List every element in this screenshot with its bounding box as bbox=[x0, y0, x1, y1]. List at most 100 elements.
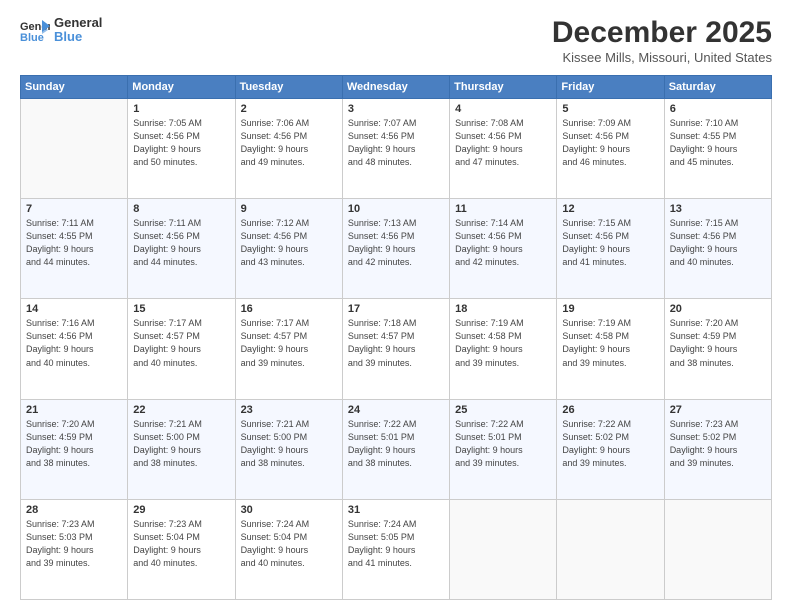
day-info: Sunrise: 7:22 AM Sunset: 5:01 PM Dayligh… bbox=[348, 418, 444, 470]
day-info: Sunrise: 7:13 AM Sunset: 4:56 PM Dayligh… bbox=[348, 217, 444, 269]
day-info: Sunrise: 7:20 AM Sunset: 4:59 PM Dayligh… bbox=[26, 418, 122, 470]
day-number: 2 bbox=[241, 103, 337, 115]
calendar-cell: 15 Sunrise: 7:17 AM Sunset: 4:57 PM Dayli… bbox=[128, 299, 235, 399]
day-number: 24 bbox=[348, 404, 444, 416]
calendar-week-row: 14 Sunrise: 7:16 AM Sunset: 4:56 PM Dayli… bbox=[21, 299, 772, 399]
day-number: 26 bbox=[562, 404, 658, 416]
calendar-cell: 13 Sunrise: 7:15 AM Sunset: 4:56 PM Dayli… bbox=[664, 199, 771, 299]
day-number: 23 bbox=[241, 404, 337, 416]
calendar-cell bbox=[450, 499, 557, 599]
day-info: Sunrise: 7:09 AM Sunset: 4:56 PM Dayligh… bbox=[562, 117, 658, 169]
calendar-cell: 7Sunrise: 7:11 AM Sunset: 4:55 PM Daylig… bbox=[21, 199, 128, 299]
calendar-week-row: 21 Sunrise: 7:20 AM Sunset: 4:59 PM Dayli… bbox=[21, 399, 772, 499]
day-number: 19 bbox=[562, 303, 658, 315]
weekday-header: Thursday bbox=[450, 76, 557, 99]
calendar-cell: 28Sunrise: 7:23 AM Sunset: 5:03 PM Dayli… bbox=[21, 499, 128, 599]
calendar-cell: 23Sunrise: 7:21 AM Sunset: 5:00 PM Dayli… bbox=[235, 399, 342, 499]
day-info: Sunrise: 7:23 AM Sunset: 5:04 PM Dayligh… bbox=[133, 518, 229, 570]
day-info: Sunrise: 7:20 AM Sunset: 4:59 PM Dayligh… bbox=[670, 317, 766, 369]
day-number: 15 bbox=[133, 303, 229, 315]
day-number: 21 bbox=[26, 404, 122, 416]
day-info: Sunrise: 7:14 AM Sunset: 4:56 PM Dayligh… bbox=[455, 217, 551, 269]
calendar-cell: 24 Sunrise: 7:22 AM Sunset: 5:01 PM Dayli… bbox=[342, 399, 449, 499]
calendar-cell bbox=[21, 99, 128, 199]
page: General Blue General Blue December 2025 … bbox=[0, 0, 792, 612]
calendar-cell: 19 Sunrise: 7:19 AM Sunset: 4:58 PM Dayli… bbox=[557, 299, 664, 399]
day-number: 5 bbox=[562, 103, 658, 115]
calendar-cell: 12 Sunrise: 7:15 AM Sunset: 4:56 PM Dayli… bbox=[557, 199, 664, 299]
calendar-cell: 16Sunrise: 7:17 AM Sunset: 4:57 PM Dayli… bbox=[235, 299, 342, 399]
calendar-week-row: 1Sunrise: 7:05 AM Sunset: 4:56 PM Daylig… bbox=[21, 99, 772, 199]
calendar-cell: 14 Sunrise: 7:16 AM Sunset: 4:56 PM Dayli… bbox=[21, 299, 128, 399]
calendar-header-row: SundayMondayTuesdayWednesdayThursdayFrid… bbox=[21, 76, 772, 99]
day-info: Sunrise: 7:21 AM Sunset: 5:00 PM Dayligh… bbox=[133, 418, 229, 470]
day-number: 22 bbox=[133, 404, 229, 416]
day-number: 12 bbox=[562, 203, 658, 215]
day-number: 4 bbox=[455, 103, 551, 115]
day-number: 18 bbox=[455, 303, 551, 315]
header: General Blue General Blue December 2025 … bbox=[20, 16, 772, 65]
day-number: 10 bbox=[348, 203, 444, 215]
day-info: Sunrise: 7:19 AM Sunset: 4:58 PM Dayligh… bbox=[562, 317, 658, 369]
calendar-week-row: 7Sunrise: 7:11 AM Sunset: 4:55 PM Daylig… bbox=[21, 199, 772, 299]
calendar-cell: 8 Sunrise: 7:11 AM Sunset: 4:56 PM Daylig… bbox=[128, 199, 235, 299]
weekday-header: Friday bbox=[557, 76, 664, 99]
day-info: Sunrise: 7:16 AM Sunset: 4:56 PM Dayligh… bbox=[26, 317, 122, 369]
calendar-cell: 5 Sunrise: 7:09 AM Sunset: 4:56 PM Daylig… bbox=[557, 99, 664, 199]
day-number: 14 bbox=[26, 303, 122, 315]
day-info: Sunrise: 7:19 AM Sunset: 4:58 PM Dayligh… bbox=[455, 317, 551, 369]
day-number: 16 bbox=[241, 303, 337, 315]
calendar-cell: 22 Sunrise: 7:21 AM Sunset: 5:00 PM Dayli… bbox=[128, 399, 235, 499]
weekday-header: Sunday bbox=[21, 76, 128, 99]
svg-text:Blue: Blue bbox=[20, 32, 44, 42]
calendar-cell: 20 Sunrise: 7:20 AM Sunset: 4:59 PM Dayli… bbox=[664, 299, 771, 399]
calendar-week-row: 28Sunrise: 7:23 AM Sunset: 5:03 PM Dayli… bbox=[21, 499, 772, 599]
calendar-cell: 4Sunrise: 7:08 AM Sunset: 4:56 PM Daylig… bbox=[450, 99, 557, 199]
subtitle: Kissee Mills, Missouri, United States bbox=[552, 50, 772, 65]
day-info: Sunrise: 7:22 AM Sunset: 5:01 PM Dayligh… bbox=[455, 418, 551, 470]
calendar-cell: 29 Sunrise: 7:23 AM Sunset: 5:04 PM Dayli… bbox=[128, 499, 235, 599]
calendar-cell: 1Sunrise: 7:05 AM Sunset: 4:56 PM Daylig… bbox=[128, 99, 235, 199]
logo: General Blue General Blue bbox=[20, 16, 102, 45]
day-info: Sunrise: 7:24 AM Sunset: 5:04 PM Dayligh… bbox=[241, 518, 337, 570]
day-info: Sunrise: 7:18 AM Sunset: 4:57 PM Dayligh… bbox=[348, 317, 444, 369]
calendar-cell: 31 Sunrise: 7:24 AM Sunset: 5:05 PM Dayli… bbox=[342, 499, 449, 599]
calendar-cell: 26 Sunrise: 7:22 AM Sunset: 5:02 PM Dayli… bbox=[557, 399, 664, 499]
day-number: 29 bbox=[133, 504, 229, 516]
calendar-cell bbox=[664, 499, 771, 599]
day-info: Sunrise: 7:17 AM Sunset: 4:57 PM Dayligh… bbox=[133, 317, 229, 369]
day-number: 6 bbox=[670, 103, 766, 115]
calendar-cell: 21 Sunrise: 7:20 AM Sunset: 4:59 PM Dayli… bbox=[21, 399, 128, 499]
day-number: 8 bbox=[133, 203, 229, 215]
day-info: Sunrise: 7:05 AM Sunset: 4:56 PM Dayligh… bbox=[133, 117, 229, 169]
calendar-cell: 17Sunrise: 7:18 AM Sunset: 4:57 PM Dayli… bbox=[342, 299, 449, 399]
weekday-header: Saturday bbox=[664, 76, 771, 99]
logo-line1: General bbox=[54, 16, 102, 30]
day-number: 9 bbox=[241, 203, 337, 215]
calendar-cell: 10 Sunrise: 7:13 AM Sunset: 4:56 PM Dayli… bbox=[342, 199, 449, 299]
calendar-cell: 3 Sunrise: 7:07 AM Sunset: 4:56 PM Daylig… bbox=[342, 99, 449, 199]
day-number: 20 bbox=[670, 303, 766, 315]
day-number: 25 bbox=[455, 404, 551, 416]
calendar-cell: 27Sunrise: 7:23 AM Sunset: 5:02 PM Dayli… bbox=[664, 399, 771, 499]
day-info: Sunrise: 7:24 AM Sunset: 5:05 PM Dayligh… bbox=[348, 518, 444, 570]
calendar-cell: 30Sunrise: 7:24 AM Sunset: 5:04 PM Dayli… bbox=[235, 499, 342, 599]
day-info: Sunrise: 7:15 AM Sunset: 4:56 PM Dayligh… bbox=[670, 217, 766, 269]
calendar-cell: 9Sunrise: 7:12 AM Sunset: 4:56 PM Daylig… bbox=[235, 199, 342, 299]
weekday-header: Monday bbox=[128, 76, 235, 99]
calendar-cell: 25 Sunrise: 7:22 AM Sunset: 5:01 PM Dayli… bbox=[450, 399, 557, 499]
day-info: Sunrise: 7:11 AM Sunset: 4:55 PM Dayligh… bbox=[26, 217, 122, 269]
day-info: Sunrise: 7:22 AM Sunset: 5:02 PM Dayligh… bbox=[562, 418, 658, 470]
weekday-header: Tuesday bbox=[235, 76, 342, 99]
day-number: 11 bbox=[455, 203, 551, 215]
day-number: 31 bbox=[348, 504, 444, 516]
logo-line2: Blue bbox=[54, 30, 102, 44]
day-info: Sunrise: 7:06 AM Sunset: 4:56 PM Dayligh… bbox=[241, 117, 337, 169]
day-number: 13 bbox=[670, 203, 766, 215]
day-info: Sunrise: 7:07 AM Sunset: 4:56 PM Dayligh… bbox=[348, 117, 444, 169]
calendar-cell: 11 Sunrise: 7:14 AM Sunset: 4:56 PM Dayli… bbox=[450, 199, 557, 299]
title-block: December 2025 Kissee Mills, Missouri, Un… bbox=[552, 16, 772, 65]
day-info: Sunrise: 7:15 AM Sunset: 4:56 PM Dayligh… bbox=[562, 217, 658, 269]
day-info: Sunrise: 7:11 AM Sunset: 4:56 PM Dayligh… bbox=[133, 217, 229, 269]
day-number: 3 bbox=[348, 103, 444, 115]
